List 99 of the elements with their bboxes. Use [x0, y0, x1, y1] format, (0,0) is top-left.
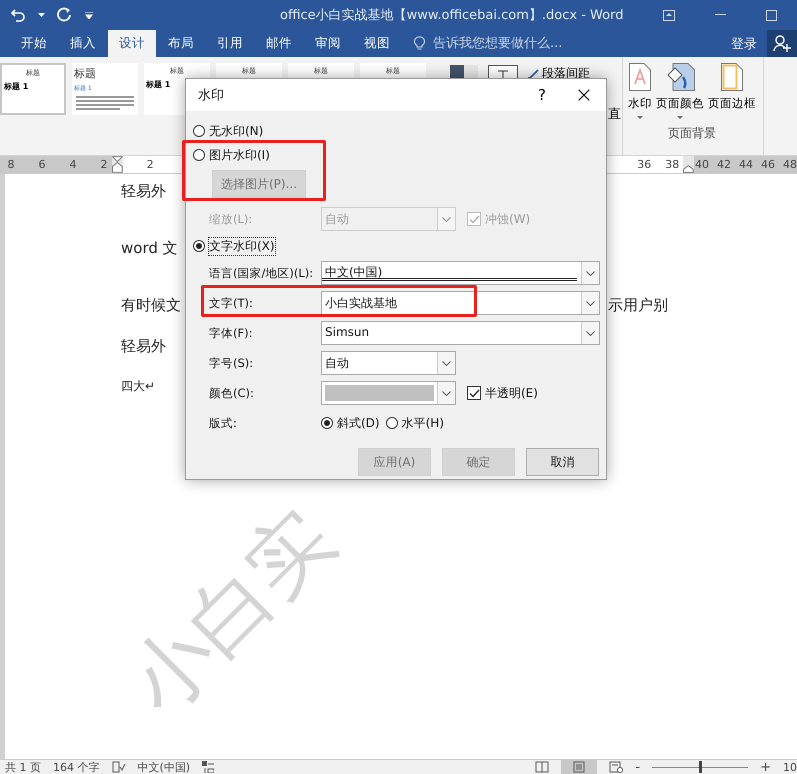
dropdown-icon[interactable]: [38, 13, 45, 17]
tell-me-field[interactable]: 告诉我您想要做什么...: [414, 30, 585, 57]
group-label: 页面背景: [668, 125, 716, 142]
thumbnail-subheading: 标题 1: [4, 81, 28, 92]
chevron-down-icon: [442, 390, 451, 396]
text-lines-drawing: [76, 96, 134, 110]
language-indicator[interactable]: 中文(中国): [138, 760, 190, 774]
field-label: 语言(国家/地区)(L):: [208, 266, 314, 280]
help-button[interactable]: ?: [522, 86, 562, 104]
share-button[interactable]: [767, 30, 797, 57]
close-button[interactable]: ×: [562, 82, 606, 108]
chevron-down-icon: [586, 270, 595, 276]
window-title: office小白实战基地【www.officebai.com】.docx - Word: [280, 7, 624, 24]
checkmark-icon: [468, 388, 480, 398]
field-label: 颜色(C):: [208, 386, 255, 400]
minimize-icon[interactable]: [715, 14, 726, 16]
ribbon-tab[interactable]: 审阅: [304, 30, 352, 57]
ribbon-tab[interactable]: 邮件: [255, 30, 303, 57]
ruler-number: 46: [760, 158, 775, 171]
ruler-number: 42: [716, 158, 731, 171]
paragraph-spacing-icon: [528, 68, 540, 80]
read-mode-icon[interactable]: [535, 761, 550, 773]
semitransparent-checkbox[interactable]: 半透明(E): [467, 384, 538, 402]
redo-icon[interactable]: [57, 7, 73, 23]
zoom-percent[interactable]: 10: [783, 760, 797, 774]
ribbon-tab[interactable]: 插入: [59, 30, 107, 57]
ruler-number: 4: [68, 158, 78, 171]
field-label: 文字(T):: [208, 296, 254, 310]
maximize-icon[interactable]: [766, 10, 778, 20]
ribbon-tab[interactable]: 开始: [10, 30, 58, 57]
lightbulb-icon: [414, 36, 425, 51]
ribbon-label: 直: [608, 106, 621, 123]
picture-watermark-radio[interactable]: 图片水印(I): [193, 143, 606, 167]
ribbon-button[interactable]: 水印: [627, 63, 653, 119]
ribbon-tab[interactable]: 设计: [108, 30, 156, 57]
ruler-number: 6: [38, 158, 46, 171]
zoom-in-button[interactable]: +: [760, 760, 771, 774]
ribbon-tab[interactable]: 引用: [206, 30, 254, 57]
dropdown-field[interactable]: Simsun: [321, 321, 600, 345]
paragraph-text: 四大↵: [121, 378, 156, 395]
customize-toolbar-icon[interactable]: [85, 12, 93, 18]
ribbon-display-icon[interactable]: [663, 10, 676, 20]
layout-radio[interactable]: 水平(H): [386, 411, 444, 435]
page-count[interactable]: 共 1 页: [5, 760, 41, 774]
macro-icon[interactable]: [202, 761, 214, 773]
ribbon-button[interactable]: 页面颜色: [655, 63, 705, 119]
dropdown-field[interactable]: 中文(中国): [321, 261, 600, 285]
paragraph-text: 轻易外: [121, 182, 166, 201]
field-label: 缩放(L):: [208, 212, 254, 226]
ruler-number: 38: [665, 158, 680, 171]
word-count[interactable]: 164 个字: [53, 760, 100, 774]
ruler-number: 48: [782, 158, 797, 171]
layout-radio[interactable]: 斜式(D): [321, 411, 380, 435]
dropdown-field[interactable]: 小白实战基地: [321, 291, 600, 315]
paragraph-text: word 文: [121, 239, 178, 258]
ruler-number: 44: [738, 158, 753, 171]
chevron-down-icon: [586, 300, 595, 306]
web-layout-icon[interactable]: [609, 761, 624, 773]
chevron-down-icon: [586, 330, 595, 336]
color-dropdown[interactable]: [321, 381, 456, 405]
right-indent-marker-icon[interactable]: [683, 165, 694, 173]
undo-icon[interactable]: [10, 7, 26, 23]
ruler-number: 8: [6, 158, 16, 171]
ribbon-button[interactable]: 页面边框: [707, 63, 757, 119]
ribbon-tab[interactable]: 布局: [157, 30, 205, 57]
paragraph-spacing-button[interactable]: 段落间距: [528, 65, 590, 82]
zoom-slider-thumb[interactable]: [699, 761, 702, 773]
page-border-icon: [721, 63, 743, 91]
dropdown-field[interactable]: 自动: [321, 351, 456, 375]
field-label: 字号(S):: [208, 356, 254, 370]
ruler-number: 40: [694, 158, 709, 171]
paint-bucket-page-icon: [665, 63, 695, 91]
proofing-icon[interactable]: [112, 761, 126, 773]
print-layout-button[interactable]: [561, 760, 598, 774]
print-layout-icon: [573, 761, 586, 773]
watermark-page-icon: [629, 63, 651, 91]
checkmark-icon: [468, 214, 480, 224]
paragraph-text: 轻易外: [121, 337, 166, 356]
chevron-down-icon: [442, 216, 451, 222]
dialog-button[interactable]: 取消: [526, 448, 599, 476]
thumbnail-subheading: 标题 1: [146, 79, 170, 90]
field-label: 版式:: [208, 416, 238, 430]
paragraph-text: 示用户别: [608, 296, 668, 315]
thumbnail-heading: 标题: [74, 66, 96, 81]
text-watermark-radio[interactable]: 文字水印(X): [193, 234, 606, 258]
no-watermark-radio[interactable]: 无水印(N): [193, 119, 606, 143]
sign-in-link[interactable]: 登录: [721, 30, 767, 57]
person-add-icon: [773, 35, 791, 52]
caret-icon: [677, 116, 683, 119]
zoom-out-button[interactable]: -: [635, 760, 640, 774]
ruler-number: 36: [637, 158, 652, 171]
ruler-number: 2: [146, 158, 155, 171]
ribbon-tab[interactable]: 视图: [353, 30, 401, 57]
chevron-down-icon: [442, 360, 451, 366]
caret-icon: [637, 116, 643, 119]
ruler-number: 2: [100, 158, 108, 171]
paragraph-text: 有时候文: [121, 296, 181, 315]
indent-marker-icon[interactable]: [112, 156, 124, 173]
field-label: 字体(F):: [208, 326, 254, 340]
